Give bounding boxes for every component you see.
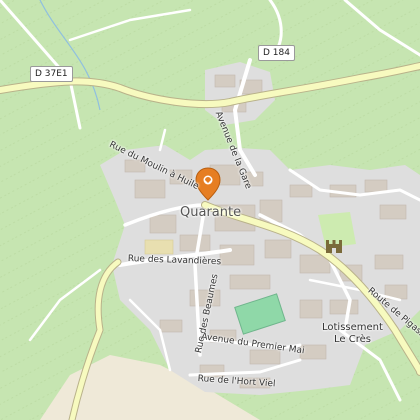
map-canvas[interactable]: D 184 D 37E1 Quarante Lotissement Le Crè…: [0, 0, 420, 420]
place-label-locality: Lotissement Le Crès: [322, 322, 383, 346]
castle-icon: [326, 240, 342, 253]
road-shield-d37e1: D 37E1: [30, 66, 73, 82]
place-label-quarante: Quarante: [180, 205, 242, 220]
locality-line-1: Lotissement: [322, 322, 383, 333]
road-shield-d184: D 184: [258, 45, 295, 61]
locality-line-2: Le Crès: [333, 334, 371, 345]
